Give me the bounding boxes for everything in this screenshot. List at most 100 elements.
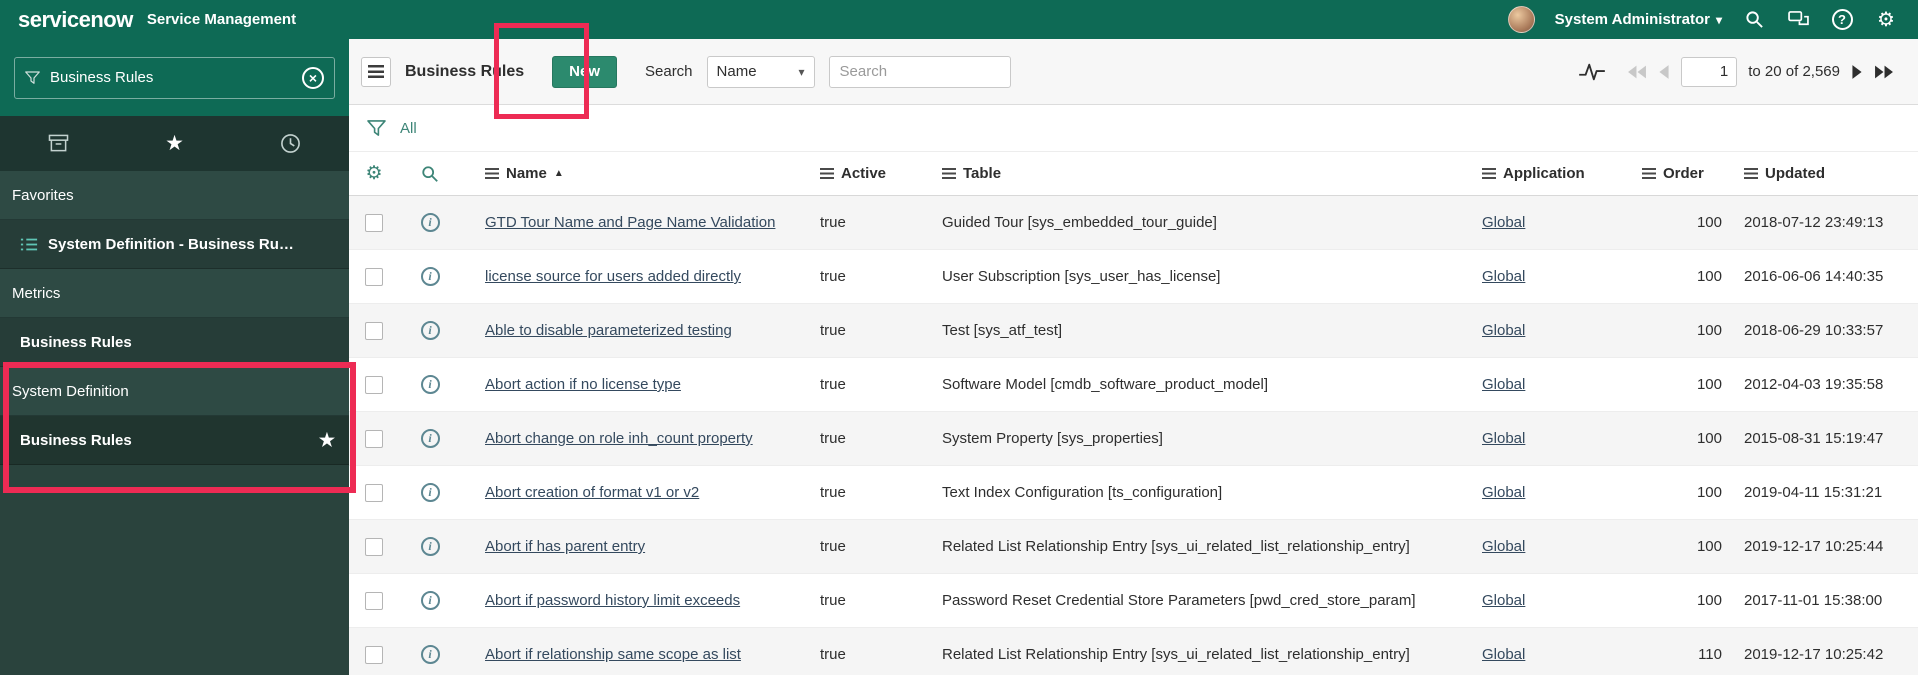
- application-link[interactable]: Global: [1482, 538, 1525, 555]
- column-header-table[interactable]: Table: [928, 165, 1468, 182]
- next-page-button[interactable]: [1851, 64, 1863, 80]
- filter-all-link[interactable]: All: [400, 120, 417, 137]
- row-checkbox[interactable]: [365, 645, 383, 664]
- row-checkbox[interactable]: [365, 483, 383, 502]
- activity-stream-icon[interactable]: [1578, 61, 1606, 83]
- app-header: servicenow Service Management System Adm…: [0, 0, 1918, 39]
- record-name-link[interactable]: Abort if password history limit exceeds: [485, 592, 740, 609]
- row-checkbox[interactable]: [365, 537, 383, 556]
- chevron-down-icon: ▾: [798, 64, 805, 79]
- active-cell: true: [806, 646, 928, 663]
- sidebar-item-system-definition-business-rules[interactable]: Business Rules ★: [0, 416, 349, 465]
- row-checkbox[interactable]: [365, 375, 383, 394]
- tab-all-applications[interactable]: [0, 116, 116, 171]
- record-name-link[interactable]: Abort change on role inh_count property: [485, 430, 753, 447]
- table-row: i Abort creation of format v1 or v2 true…: [349, 466, 1918, 520]
- search-field-select[interactable]: Name ▾: [706, 55, 815, 88]
- table-body: i GTD Tour Name and Page Name Validation…: [349, 196, 1918, 675]
- sidebar-section-metrics[interactable]: Metrics: [0, 269, 349, 318]
- row-select-cell: [349, 375, 399, 394]
- record-name-link[interactable]: Abort creation of format v1 or v2: [485, 484, 699, 501]
- record-name-link[interactable]: Abort action if no license type: [485, 376, 681, 393]
- sidebar-section-favorites[interactable]: Favorites: [0, 171, 349, 220]
- table-row: i Abort if has parent entry true Related…: [349, 520, 1918, 574]
- active-value: true: [820, 430, 846, 447]
- info-icon[interactable]: i: [420, 591, 440, 610]
- record-name-link[interactable]: Able to disable parameterized testing: [485, 322, 732, 339]
- table-cell: Text Index Configuration [ts_configurati…: [928, 484, 1468, 501]
- record-name-link[interactable]: Abort if relationship same scope as list: [485, 646, 741, 663]
- application-link[interactable]: Global: [1482, 646, 1525, 663]
- sidebar-item-metrics-business-rules[interactable]: Business Rules: [0, 318, 349, 367]
- updated-cell: 2019-12-17 10:25:42: [1728, 646, 1918, 663]
- row-checkbox[interactable]: [365, 591, 383, 610]
- active-value: true: [820, 592, 846, 609]
- global-search-icon[interactable]: [1742, 8, 1766, 32]
- application-link[interactable]: Global: [1482, 592, 1525, 609]
- filter-funnel-icon[interactable]: [367, 119, 386, 137]
- personalize-list-gear-icon[interactable]: ⚙: [365, 164, 382, 183]
- row-checkbox[interactable]: [365, 321, 383, 340]
- info-icon[interactable]: i: [420, 267, 440, 286]
- application-cell: Global: [1468, 430, 1628, 447]
- application-link[interactable]: Global: [1482, 268, 1525, 285]
- header-right-cluster: System Administrator ▾ ? ⚙: [1507, 6, 1898, 33]
- favorite-star-icon[interactable]: ★: [319, 430, 335, 451]
- servicenow-logo[interactable]: servicenow: [18, 7, 133, 33]
- tab-history[interactable]: [233, 116, 349, 171]
- row-info-cell: i: [399, 429, 461, 448]
- clear-search-icon[interactable]: ×: [302, 66, 324, 89]
- first-page-button[interactable]: [1627, 64, 1647, 80]
- user-avatar[interactable]: [1507, 6, 1535, 33]
- list-search-icon[interactable]: [421, 165, 439, 183]
- column-header-order[interactable]: Order: [1628, 165, 1728, 182]
- column-header-name[interactable]: Name ▲: [461, 165, 806, 182]
- settings-gear-icon[interactable]: ⚙: [1874, 8, 1898, 32]
- record-name-link[interactable]: GTD Tour Name and Page Name Validation: [485, 214, 775, 231]
- info-icon[interactable]: i: [420, 213, 440, 232]
- help-icon[interactable]: ?: [1830, 8, 1854, 32]
- name-cell: Able to disable parameterized testing: [461, 322, 806, 339]
- application-link[interactable]: Global: [1482, 322, 1525, 339]
- row-select-cell: [349, 429, 399, 448]
- list-search-input[interactable]: [828, 55, 1011, 88]
- info-icon[interactable]: i: [420, 537, 440, 556]
- prev-page-button[interactable]: [1658, 64, 1670, 80]
- user-menu[interactable]: System Administrator ▾: [1555, 11, 1722, 28]
- application-link[interactable]: Global: [1482, 430, 1525, 447]
- list-context-menu-button[interactable]: [361, 56, 391, 87]
- page-input[interactable]: [1681, 56, 1738, 87]
- connect-chat-icon[interactable]: [1786, 8, 1810, 32]
- column-label: Order: [1663, 165, 1704, 182]
- column-header-updated[interactable]: Updated: [1728, 165, 1918, 182]
- navigator-search-box[interactable]: ×: [14, 56, 335, 99]
- sidebar-section-system-definition[interactable]: System Definition: [0, 367, 349, 416]
- sidebar-item-favorite-business-rules[interactable]: System Definition - Business Ru…: [0, 220, 349, 269]
- application-navigator: × ★ Favorites System Definition - Busine…: [0, 39, 349, 675]
- info-icon[interactable]: i: [420, 375, 440, 394]
- application-link[interactable]: Global: [1482, 484, 1525, 501]
- row-select-cell: [349, 537, 399, 556]
- name-cell: Abort if has parent entry: [461, 538, 806, 555]
- application-link[interactable]: Global: [1482, 214, 1525, 231]
- row-checkbox[interactable]: [365, 213, 383, 232]
- info-icon[interactable]: i: [420, 321, 440, 340]
- application-link[interactable]: Global: [1482, 376, 1525, 393]
- column-label: Table: [963, 165, 1002, 182]
- navigator-search-input[interactable]: [50, 69, 292, 86]
- new-button[interactable]: New: [552, 55, 617, 88]
- info-icon[interactable]: i: [420, 645, 440, 664]
- last-page-button[interactable]: [1874, 64, 1894, 80]
- tab-favorites[interactable]: ★: [116, 116, 232, 171]
- record-name-link[interactable]: Abort if has parent entry: [485, 538, 645, 555]
- column-header-active[interactable]: Active: [806, 165, 928, 182]
- row-checkbox[interactable]: [365, 429, 383, 448]
- column-header-application[interactable]: Application: [1468, 165, 1628, 182]
- active-cell: true: [806, 214, 928, 231]
- order-cell: 110: [1628, 646, 1728, 663]
- record-name-link[interactable]: license source for users added directly: [485, 268, 741, 285]
- row-checkbox[interactable]: [365, 267, 383, 286]
- info-icon[interactable]: i: [420, 483, 440, 502]
- info-icon[interactable]: i: [420, 429, 440, 448]
- table-header-row: ⚙ Name ▲ Active Table Application Order: [349, 152, 1918, 196]
